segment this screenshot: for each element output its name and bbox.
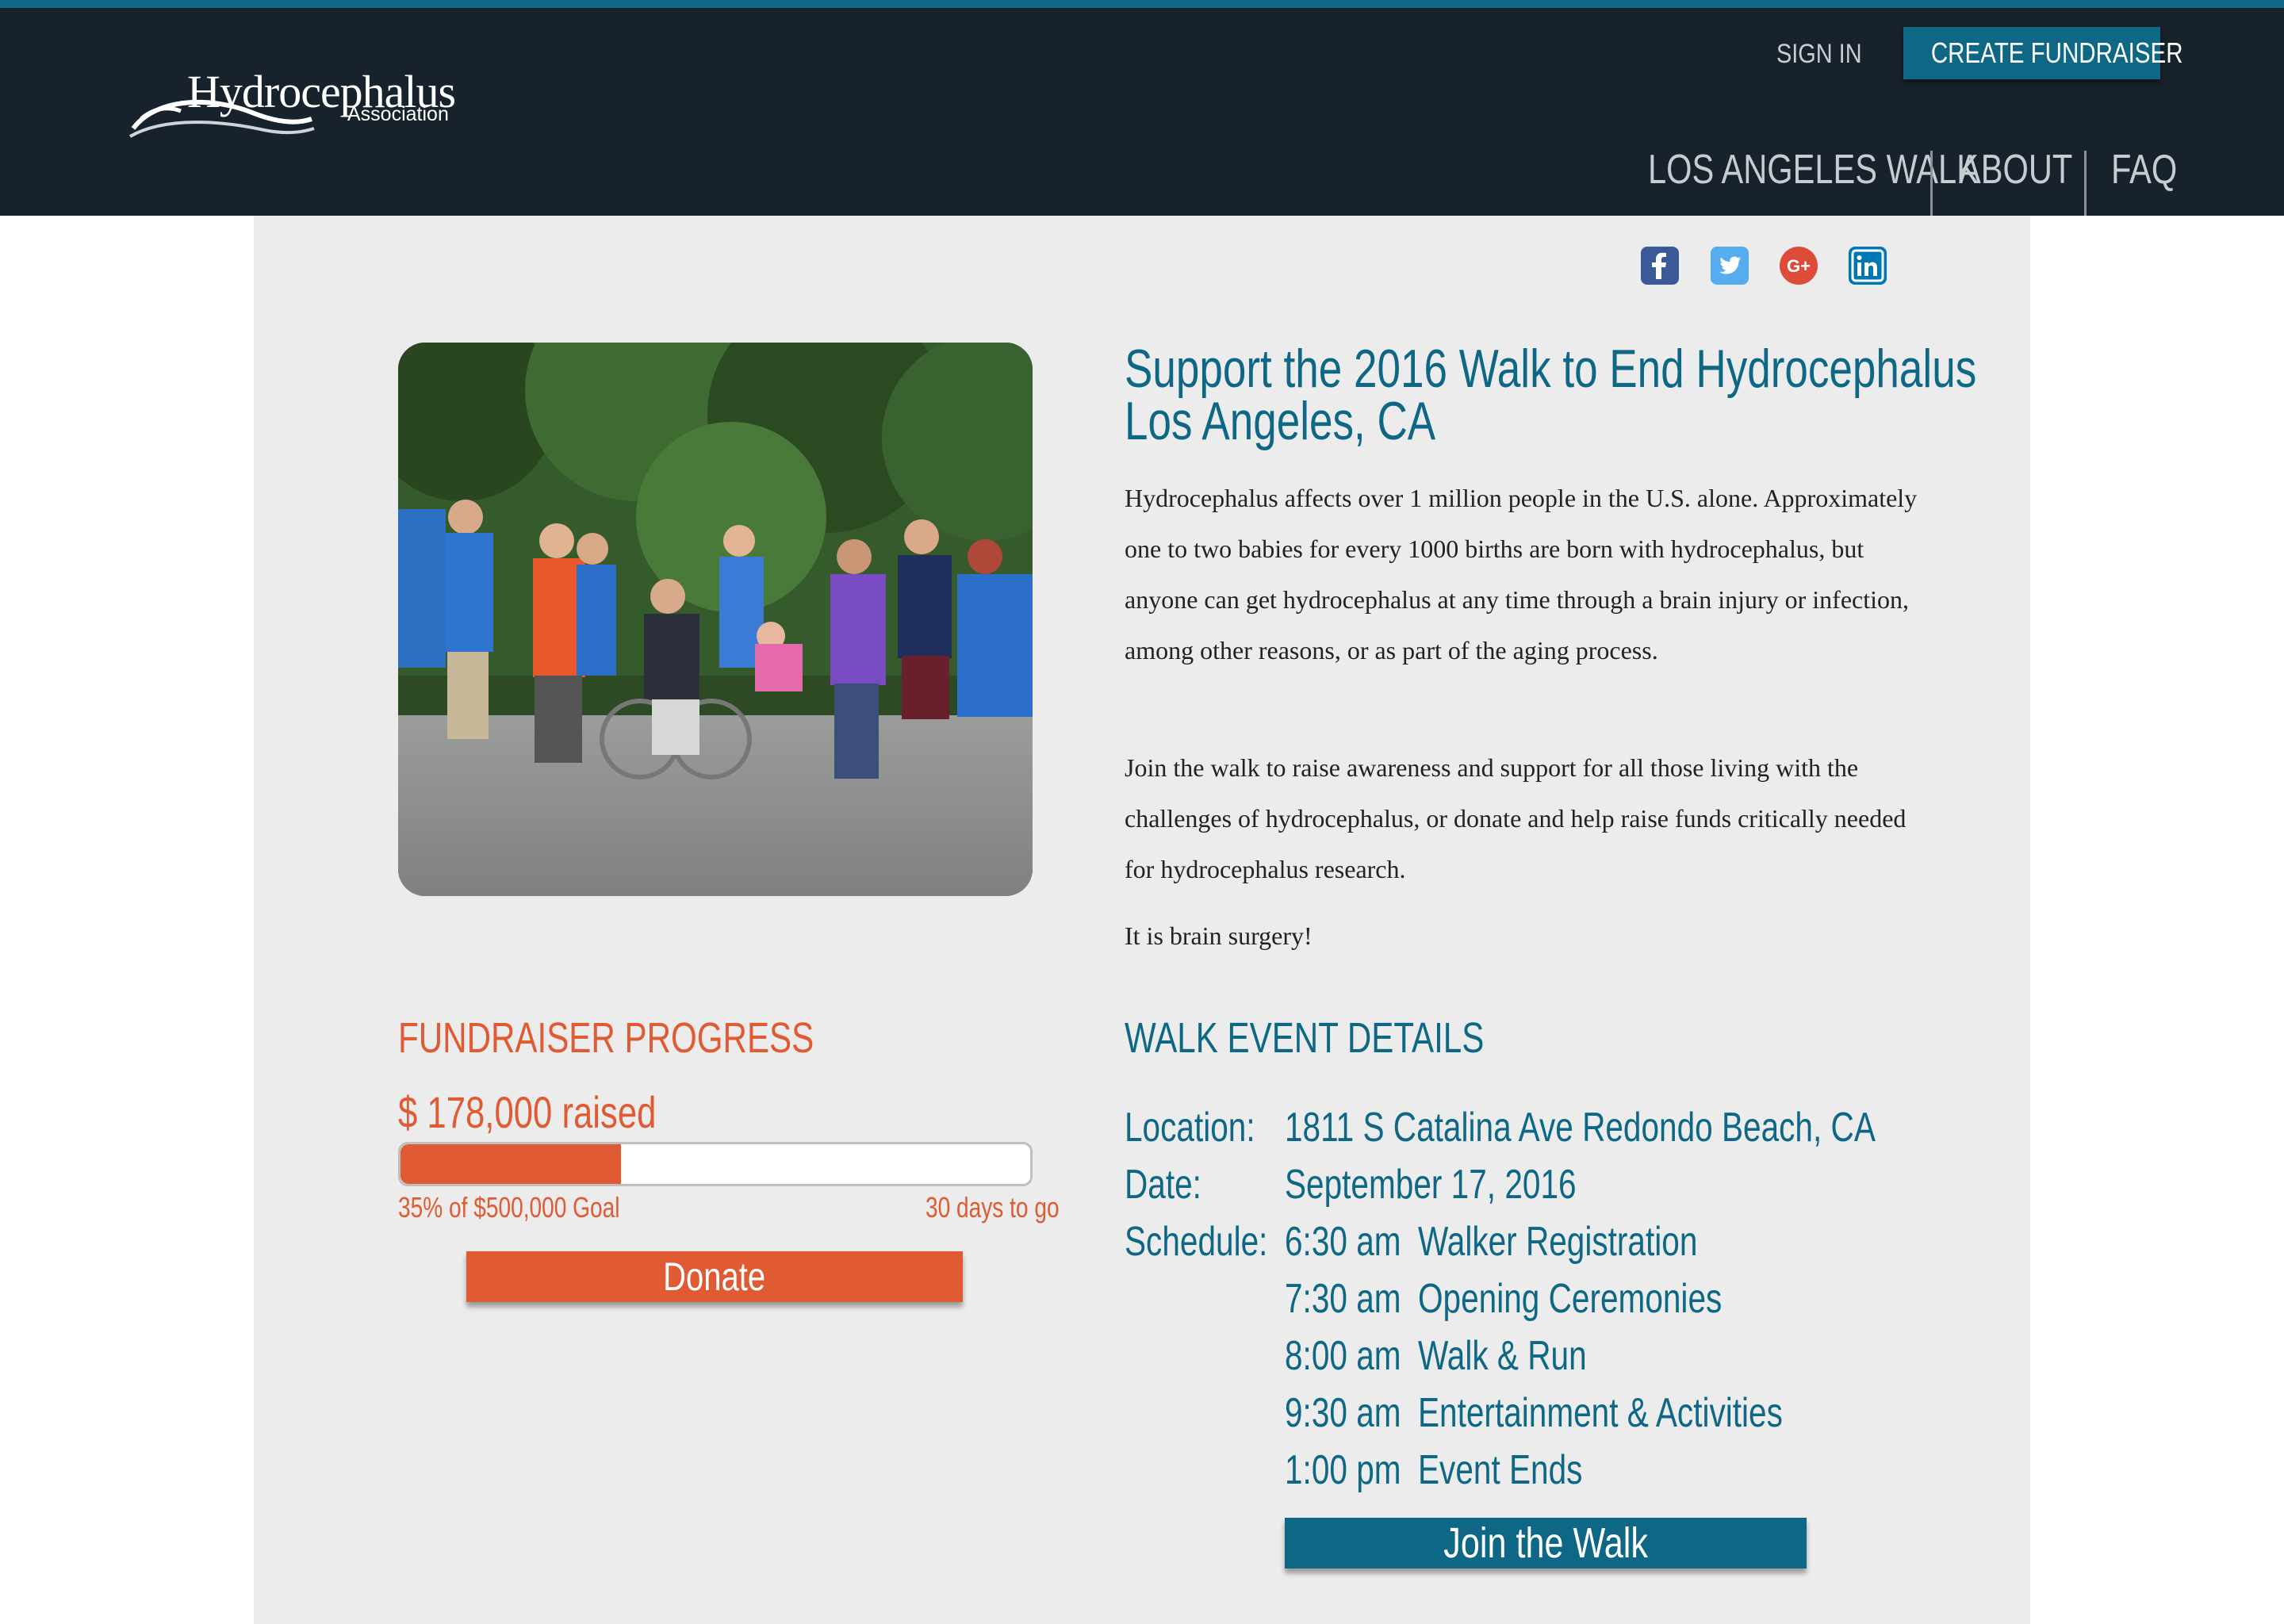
- nav-divider: [2084, 151, 2087, 216]
- date-label: Date:: [1125, 1162, 1201, 1208]
- join-walk-button[interactable]: Join the Walk: [1285, 1518, 1807, 1568]
- schedule-item: Walk & Run: [1418, 1333, 1587, 1379]
- schedule-item: Opening Ceremonies: [1418, 1276, 1723, 1322]
- nav-about[interactable]: ABOUT: [1959, 146, 2101, 216]
- facebook-icon[interactable]: [1640, 246, 1680, 285]
- google-plus-icon[interactable]: G+: [1779, 246, 1818, 285]
- fundraiser-heading: FUNDRAISER PROGRESS: [398, 1014, 814, 1062]
- progress-bar: [398, 1142, 1033, 1186]
- sign-in-link[interactable]: SIGN IN: [1776, 32, 1862, 76]
- schedule-time: 8:00 am: [1285, 1333, 1401, 1379]
- intro-paragraph-3: It is brain surgery!: [1125, 921, 1313, 950]
- donate-label: Donate: [663, 1254, 766, 1299]
- linkedin-icon[interactable]: [1848, 246, 1887, 285]
- nav-faq[interactable]: FAQ: [2111, 146, 2194, 216]
- svg-text:G+: G+: [1787, 256, 1811, 276]
- progress-bar-fill: [400, 1144, 621, 1184]
- location-label: Location:: [1125, 1105, 1255, 1151]
- page-title: Support the 2016 Walk to End Hydrocephal…: [1125, 342, 1976, 448]
- donate-button[interactable]: Donate: [466, 1251, 963, 1302]
- goal-text: 35% of $500,000 Goal: [398, 1191, 620, 1224]
- title-line-1: Support the 2016 Walk to End Hydrocephal…: [1125, 339, 1977, 399]
- logo[interactable]: Hydrocephalus Association: [125, 65, 458, 152]
- create-fundraiser-label: CREATE FUNDRAISER: [1930, 36, 2183, 69]
- create-fundraiser-button[interactable]: CREATE FUNDRAISER: [1903, 27, 2183, 79]
- join-walk-label: Join the Walk: [1443, 1519, 1648, 1567]
- schedule-time: 6:30 am: [1285, 1219, 1401, 1265]
- schedule-item: Entertainment & Activities: [1418, 1390, 1783, 1436]
- schedule-label: Schedule:: [1125, 1219, 1268, 1265]
- intro-paragraph-2: Join the walk to raise awareness and sup…: [1125, 753, 1907, 883]
- schedule-item: Walker Registration: [1418, 1219, 1698, 1265]
- header-accent-stripe: [0, 0, 2284, 8]
- date-value: September 17, 2016: [1285, 1162, 1577, 1208]
- twitter-icon[interactable]: [1710, 246, 1749, 285]
- schedule-time: 9:30 am: [1285, 1390, 1401, 1436]
- nav-divider: [1930, 151, 1933, 216]
- header-bar: Hydrocephalus Association SIGN IN CREATE…: [0, 0, 2284, 216]
- logo-subtitle: Association: [347, 103, 449, 125]
- event-heading: WALK EVENT DETAILS: [1125, 1014, 1485, 1062]
- schedule-time: 7:30 am: [1285, 1276, 1401, 1322]
- days-remaining: 30 days to go: [925, 1191, 1060, 1224]
- schedule-item: Event Ends: [1418, 1447, 1583, 1493]
- amount-raised: $ 178,000 raised: [398, 1087, 657, 1137]
- intro-paragraph-1: Hydrocephalus affects over 1 million peo…: [1125, 484, 1918, 665]
- walk-photo: [398, 343, 1033, 896]
- title-line-2: Los Angeles, CA: [1125, 391, 1436, 451]
- location-value: 1811 S Catalina Ave Redondo Beach, CA: [1285, 1105, 1876, 1151]
- schedule-time: 1:00 pm: [1285, 1447, 1401, 1493]
